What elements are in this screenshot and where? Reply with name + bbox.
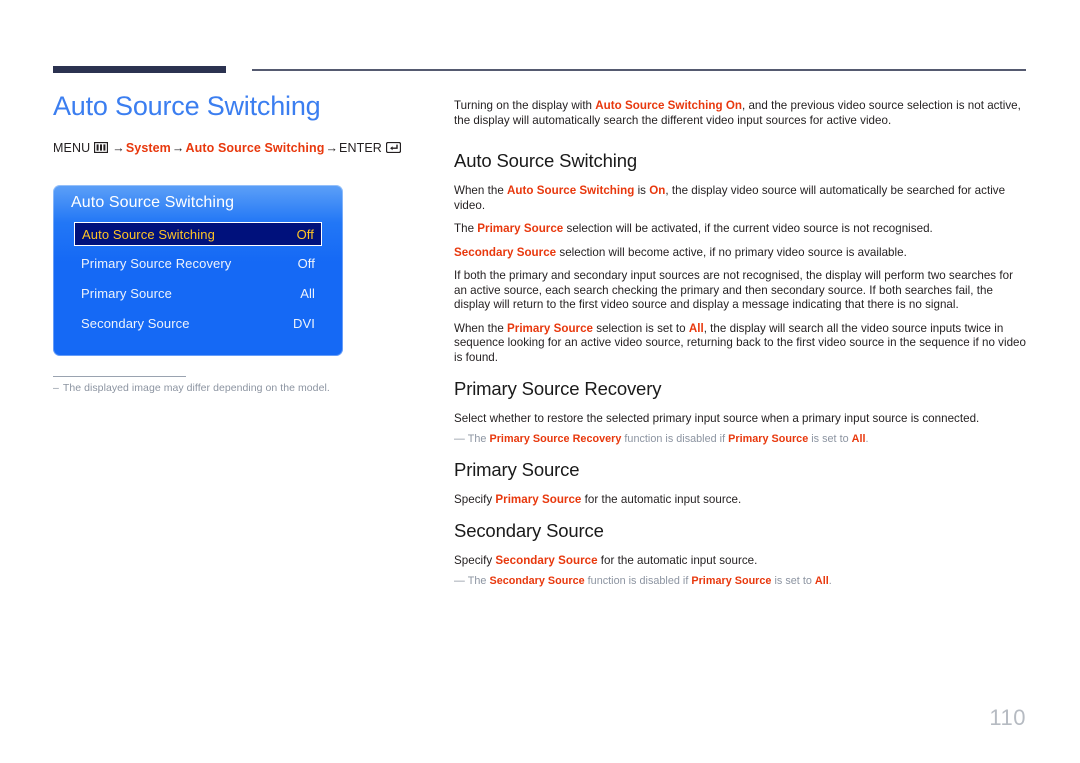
osd-row-label: Primary Source Recovery (81, 255, 232, 271)
enter-key-icon (385, 141, 402, 154)
breadcrumb-arrow-2: → (171, 141, 185, 155)
osd-note: – The displayed image may differ dependin… (53, 382, 383, 395)
osd-menu-panel[interactable]: Auto Source Switching Auto Source Switch… (53, 185, 343, 356)
section-paragraph-primary-source-recovery-0: Select whether to restore the selected p… (454, 412, 1026, 427)
note-highlight-1: Primary Source Recovery (489, 432, 622, 445)
note-dash: — (454, 432, 465, 445)
osd-menu-list: Auto Source Switching Off Primary Source… (74, 222, 322, 342)
paragraph-text-0: Select whether to restore the selected p… (454, 412, 980, 425)
note-text-0: The (467, 574, 490, 587)
note-text-6: . (865, 432, 869, 445)
section-heading-primary-source-recovery: Primary Source Recovery (454, 378, 662, 399)
breadcrumb-step-auto-source-switching[interactable]: Auto Source Switching (186, 141, 325, 155)
breadcrumb-enter-label: ENTER (339, 141, 382, 155)
menu-grid-icon (94, 141, 109, 154)
osd-row-secondary-source[interactable]: Secondary Source DVI (74, 312, 322, 334)
content-sections: Auto Source Switching When the Auto Sourc… (454, 150, 1026, 588)
breadcrumb: MENU →System→Auto Source Switching→ENTER (53, 140, 413, 156)
note-text-4: is set to (771, 574, 815, 587)
section-note-secondary-source-0: — The Secondary Source function is disabl… (454, 574, 1026, 588)
paragraph-text-0: If both the primary and secondary input … (454, 269, 1013, 311)
osd-row-value: Off (297, 255, 315, 271)
breadcrumb-arrow-3: → (325, 141, 339, 155)
note-highlight-1: Secondary Source (489, 574, 585, 587)
osd-row-label: Secondary Source (81, 315, 190, 331)
page-number: 110 (989, 705, 1026, 730)
note-highlight-5: All (814, 574, 829, 587)
paragraph-text-0: The (454, 222, 478, 235)
note-text-4: is set to (808, 432, 852, 445)
note-dash: — (454, 574, 465, 587)
paragraph-highlight-3: All (688, 321, 704, 335)
intro-highlight: Auto Source Switching On (595, 99, 742, 112)
section-paragraph-auto-source-switching-4: When the Primary Source selection is set… (454, 322, 1026, 366)
paragraph-highlight-0: Secondary Source (454, 245, 557, 259)
section-paragraph-auto-source-switching-0: When the Auto Source Switching is On, th… (454, 184, 1026, 213)
note-highlight-5: All (851, 432, 866, 445)
page-title: Auto Source Switching (53, 91, 321, 121)
note-text-6: . (828, 574, 832, 587)
paragraph-highlight-3: On (649, 184, 666, 197)
osd-row-value: Off (296, 226, 314, 242)
osd-row-value: All (300, 285, 315, 301)
note-text-0: The (467, 432, 490, 445)
left-column: Auto Source Switching MENU →System→Auto … (53, 88, 413, 156)
header-divider-line (252, 69, 1026, 71)
section-paragraph-primary-source-0: Specify Primary Source for the automatic… (454, 493, 1026, 508)
section-paragraph-auto-source-switching-2: Secondary Source selection will become a… (454, 246, 1026, 261)
osd-note-text: The displayed image may differ depending… (62, 382, 330, 394)
breadcrumb-step-system[interactable]: System (126, 141, 171, 155)
paragraph-text-0: When the (454, 184, 508, 197)
section-heading-auto-source-switching: Auto Source Switching (454, 150, 637, 171)
header-accent-bar (53, 66, 226, 73)
osd-row-primary-source-recovery[interactable]: Primary Source Recovery Off (74, 252, 322, 274)
right-column: Turning on the display with Auto Source … (454, 99, 1026, 588)
section-heading-primary-source: Primary Source (454, 458, 580, 480)
osd-row-label: Auto Source Switching (82, 226, 215, 242)
note-highlight-3: Primary Source (691, 574, 772, 587)
paragraph-highlight-1: Primary Source (495, 492, 582, 506)
osd-row-label: Primary Source (81, 285, 172, 301)
intro-text-a: Turning on the display with (454, 99, 596, 112)
breadcrumb-root-label: MENU (53, 141, 91, 155)
osd-row-auto-source-switching[interactable]: Auto Source Switching Off (74, 222, 322, 246)
section-paragraph-secondary-source-0: Specify Secondary Source for the automat… (454, 554, 1026, 569)
paragraph-text-2: is (634, 184, 650, 197)
paragraph-text-2: selection will be activated, if the curr… (563, 222, 933, 235)
paragraph-text-1: selection will become active, if no prim… (556, 245, 907, 259)
section-paragraph-auto-source-switching-1: The Primary Source selection will be act… (454, 222, 1026, 237)
paragraph-text-0: Specify (454, 492, 496, 506)
paragraph-highlight-1: Primary Source (507, 321, 594, 335)
paragraph-text-2: for the automatic input source. (597, 554, 758, 567)
paragraph-text-0: When the (454, 321, 508, 335)
paragraph-highlight-1: Primary Source (477, 222, 564, 235)
osd-row-primary-source[interactable]: Primary Source All (74, 282, 322, 304)
paragraph-text-2: selection is set to (593, 321, 689, 335)
note-text-2: function is disabled if (584, 574, 692, 587)
section-note-primary-source-recovery-0: — The Primary Source Recovery function is… (454, 432, 1026, 446)
intro-paragraph: Turning on the display with Auto Source … (454, 99, 1026, 128)
breadcrumb-arrow-1: → (112, 141, 125, 155)
osd-row-value: DVI (293, 315, 315, 331)
osd-panel-title: Auto Source Switching (71, 194, 235, 211)
paragraph-text-0: Specify (454, 554, 496, 567)
paragraph-highlight-1: Auto Source Switching (507, 184, 635, 197)
note-text-2: function is disabled if (621, 432, 729, 445)
section-paragraph-auto-source-switching-3: If both the primary and secondary input … (454, 269, 1026, 313)
paragraph-highlight-1: Secondary Source (495, 554, 598, 567)
note-highlight-3: Primary Source (728, 432, 809, 445)
paragraph-text-2: for the automatic input source. (581, 492, 742, 506)
osd-note-divider (53, 376, 186, 377)
section-heading-secondary-source: Secondary Source (454, 520, 604, 541)
osd-note-dash: – (53, 382, 59, 394)
